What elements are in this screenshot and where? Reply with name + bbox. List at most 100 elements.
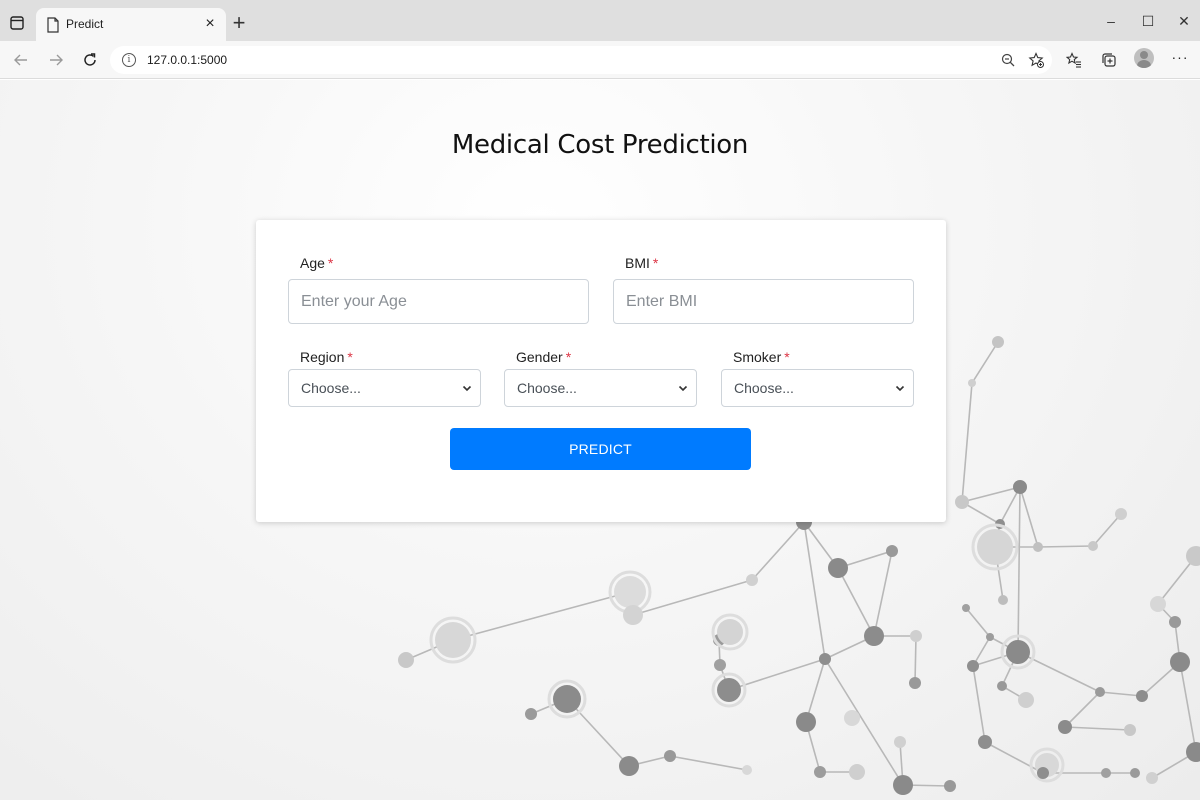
- gender-label: Gender *: [516, 349, 571, 365]
- molecule-node: [1115, 508, 1127, 520]
- molecule-node: [849, 764, 865, 780]
- tab-actions-icon[interactable]: [6, 12, 28, 34]
- bmi-input[interactable]: [613, 279, 914, 324]
- favorites-icon[interactable]: [1063, 49, 1085, 71]
- browser-tab-predict[interactable]: Predict ×: [36, 8, 226, 41]
- molecule-bond: [972, 665, 986, 743]
- molecule-node: [664, 750, 676, 762]
- molecule-node: [1169, 616, 1181, 628]
- molecule-node: [1186, 742, 1200, 762]
- predict-button[interactable]: PREDICT: [450, 428, 751, 470]
- smoker-label-text: Smoker: [733, 349, 782, 365]
- molecule-node: [968, 379, 976, 387]
- region-label: Region *: [300, 349, 353, 365]
- molecule-node: [955, 495, 969, 509]
- molecule-node: [893, 775, 913, 795]
- browser-toolbar: i 127.0.0.1:5000: [0, 41, 1200, 79]
- back-arrow-icon[interactable]: [9, 48, 33, 72]
- molecule-node: [1146, 772, 1158, 784]
- more-menu-button[interactable]: ···: [1170, 50, 1190, 66]
- molecule-bond: [751, 521, 805, 581]
- molecule-bond: [971, 341, 999, 384]
- address-bar[interactable]: i 127.0.0.1:5000: [110, 46, 1052, 74]
- molecule-bond: [1019, 486, 1039, 548]
- zoom-out-icon[interactable]: [998, 50, 1018, 70]
- molecule-node: [909, 677, 921, 689]
- molecule-bond: [1092, 513, 1122, 547]
- molecule-bond: [914, 635, 917, 684]
- region-select-value: Choose...: [301, 380, 361, 396]
- refresh-icon[interactable]: [78, 48, 102, 72]
- molecule-node: [1013, 480, 1027, 494]
- molecule-node: [1150, 596, 1166, 612]
- molecule-node: [746, 574, 758, 586]
- gender-required-mark: *: [565, 349, 572, 365]
- molecule-node: [967, 660, 979, 672]
- molecule-bond: [669, 755, 748, 771]
- info-icon[interactable]: i: [122, 53, 136, 67]
- molecule-bond: [1017, 651, 1101, 693]
- region-required-mark: *: [347, 349, 353, 365]
- gender-select[interactable]: Choose...: [504, 369, 697, 407]
- smoker-label: Smoker *: [733, 349, 790, 365]
- molecule-node: [398, 652, 414, 668]
- smoker-select[interactable]: Choose...: [721, 369, 914, 407]
- molecule-node: [977, 529, 1013, 565]
- molecule-node: [997, 681, 1007, 691]
- molecule-node: [1136, 690, 1148, 702]
- age-input[interactable]: [288, 279, 589, 324]
- page-content: Medical Cost Prediction Age * BMI* Region…: [0, 80, 1200, 800]
- document-icon: [46, 17, 60, 33]
- molecule-bond: [837, 567, 875, 637]
- molecule-node: [796, 712, 816, 732]
- molecule-node: [1186, 546, 1200, 566]
- age-label-text: Age: [300, 255, 325, 271]
- region-select[interactable]: Choose...: [288, 369, 481, 407]
- chevron-down-icon: [895, 385, 905, 392]
- smoker-required-mark: *: [784, 349, 790, 365]
- molecule-bond: [1017, 486, 1021, 653]
- page-title: Medical Cost Prediction: [451, 130, 749, 160]
- molecule-node: [717, 678, 741, 702]
- molecule-node: [1018, 692, 1034, 708]
- maximize-button[interactable]: ☐: [1136, 9, 1160, 33]
- molecule-node: [553, 685, 581, 713]
- tab-title: Predict: [66, 17, 104, 31]
- molecule-bond: [803, 521, 826, 660]
- molecule-node: [1101, 768, 1111, 778]
- molecule-node: [1095, 687, 1105, 697]
- forward-arrow-icon[interactable]: [44, 48, 68, 72]
- bmi-label: BMI *: [625, 255, 658, 271]
- molecule-node: [894, 736, 906, 748]
- tab-close-button[interactable]: ×: [200, 14, 220, 34]
- profile-avatar[interactable]: [1134, 48, 1154, 68]
- chevron-down-icon: [678, 385, 688, 392]
- molecule-bond: [824, 658, 904, 786]
- new-tab-button[interactable]: +: [229, 12, 249, 34]
- add-favorite-icon[interactable]: [1026, 50, 1046, 70]
- close-window-button[interactable]: ✕: [1172, 9, 1196, 33]
- molecule-bond: [1037, 545, 1094, 548]
- minimize-button[interactable]: –: [1099, 9, 1123, 33]
- molecule-node: [619, 756, 639, 776]
- bmi-required-mark: *: [652, 255, 659, 271]
- molecule-node: [886, 545, 898, 557]
- molecule-node: [910, 630, 922, 642]
- molecule-bond: [873, 550, 893, 637]
- molecule-node: [1088, 541, 1098, 551]
- molecule-node: [525, 708, 537, 720]
- collections-icon[interactable]: [1098, 49, 1120, 71]
- molecule-node: [1130, 768, 1140, 778]
- molecule-bond: [1064, 691, 1101, 728]
- molecule-node: [844, 710, 860, 726]
- molecule-node: [435, 622, 471, 658]
- molecule-node: [614, 576, 646, 608]
- browser-titlebar: Predict × + – ☐ ✕: [0, 0, 1200, 41]
- gender-select-value: Choose...: [517, 380, 577, 396]
- molecule-node: [714, 659, 726, 671]
- molecule-node: [978, 735, 992, 749]
- molecule-node: [1124, 724, 1136, 736]
- url-text: 127.0.0.1:5000: [147, 53, 228, 67]
- molecule-node: [992, 336, 1004, 348]
- molecule-node: [986, 633, 994, 641]
